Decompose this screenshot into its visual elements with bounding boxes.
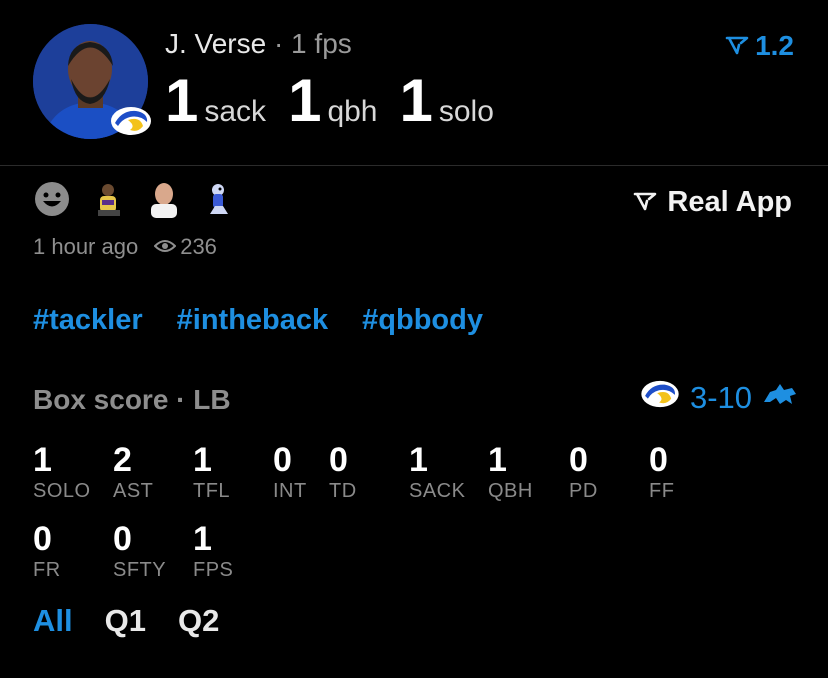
eye-icon bbox=[153, 234, 177, 260]
stat-value: 1 bbox=[488, 441, 507, 479]
real-app-label: Real App bbox=[667, 186, 792, 218]
stat-sack: 1 SACK bbox=[409, 442, 465, 503]
stat-fr: 0 FR bbox=[33, 521, 61, 582]
stat-sfty: 0 SFTY bbox=[113, 521, 166, 582]
player-name[interactable]: J. Verse bbox=[165, 28, 266, 59]
hashtag-list: #tackler #intheback #qbbody bbox=[33, 304, 483, 337]
stat-qbh: 1 QBH bbox=[488, 442, 533, 503]
stat-value: 0 bbox=[113, 520, 132, 558]
summary-sack-label: sack bbox=[204, 95, 267, 128]
stat-td: 0 TD bbox=[329, 442, 357, 503]
stat-label: FR bbox=[33, 559, 61, 581]
hashtag-intheback[interactable]: #intheback bbox=[177, 304, 329, 337]
player-reaction-icon[interactable] bbox=[89, 180, 127, 218]
rating-badge[interactable]: 1.2 bbox=[725, 30, 794, 62]
hashtag-qbbody[interactable]: #qbbody bbox=[362, 304, 483, 337]
rams-logo-icon bbox=[640, 380, 680, 416]
cartoon-bird-reaction-icon[interactable] bbox=[201, 180, 239, 218]
stat-value: 1 bbox=[409, 441, 428, 479]
post-meta: 1 hour ago 236 bbox=[33, 234, 217, 260]
lions-logo-icon bbox=[762, 380, 798, 416]
stat-label: SOLO bbox=[33, 480, 91, 502]
stat-label: INT bbox=[273, 480, 307, 502]
stat-label: TFL bbox=[193, 480, 231, 502]
stat-ast: 2 AST bbox=[113, 442, 153, 503]
real-app-v-icon bbox=[725, 30, 749, 62]
rating-value: 1.2 bbox=[755, 30, 794, 61]
stat-label: SACK bbox=[409, 480, 466, 502]
summary-solo-label: solo bbox=[438, 95, 494, 128]
score-value: 3-10 bbox=[689, 380, 752, 415]
stat-value: 2 bbox=[113, 441, 132, 479]
rams-logo-icon bbox=[110, 106, 152, 136]
stat-label: PD bbox=[569, 480, 598, 502]
stat-ff: 0 FF bbox=[649, 442, 674, 503]
stat-value: 0 bbox=[649, 441, 668, 479]
stat-int: 0 INT bbox=[273, 442, 307, 503]
quarter-tabs: All Q1 Q2 bbox=[33, 603, 219, 639]
post-time: 1 hour ago bbox=[33, 234, 139, 259]
stat-value: 0 bbox=[329, 441, 348, 479]
bald-man-reaction-icon[interactable] bbox=[145, 180, 183, 218]
summary-solo-value: 1 bbox=[399, 67, 433, 134]
stat-pd: 0 PD bbox=[569, 442, 598, 503]
player-subtitle: · 1 fps bbox=[273, 28, 352, 59]
stat-label: TD bbox=[329, 480, 357, 502]
stat-label: SFTY bbox=[113, 559, 167, 581]
real-app-link[interactable]: Real App bbox=[633, 186, 792, 219]
tab-all[interactable]: All bbox=[33, 603, 73, 639]
stat-value: 0 bbox=[569, 441, 588, 479]
stat-tfl: 1 TFL bbox=[193, 442, 230, 503]
smiley-face-icon[interactable] bbox=[33, 180, 71, 218]
stat-solo: 1 SOLO bbox=[33, 442, 91, 503]
player-stat-summary: 1 sack 1 qbh 1 solo bbox=[165, 66, 516, 135]
stat-label: FPS bbox=[193, 559, 234, 581]
box-score-header: Box score · LB bbox=[33, 384, 231, 415]
summary-qbh-label: qbh bbox=[327, 95, 378, 128]
real-app-v-icon bbox=[633, 186, 657, 219]
game-score[interactable]: 3-10 bbox=[640, 380, 798, 416]
stat-value: 1 bbox=[193, 441, 212, 479]
player-name-line[interactable]: J. Verse · 1 fps bbox=[165, 28, 352, 60]
summary-sack-value: 1 bbox=[165, 67, 199, 134]
stat-value: 1 bbox=[33, 441, 52, 479]
stat-label: FF bbox=[649, 480, 675, 502]
stat-fps: 1 FPS bbox=[193, 521, 233, 582]
view-count-value: 236 bbox=[180, 234, 217, 259]
stat-label: AST bbox=[113, 480, 154, 502]
summary-qbh-value: 1 bbox=[288, 67, 322, 134]
header-divider bbox=[0, 165, 828, 166]
reactions-row[interactable] bbox=[33, 180, 239, 218]
stat-value: 0 bbox=[33, 520, 52, 558]
tab-q1[interactable]: Q1 bbox=[105, 603, 146, 639]
tab-q2[interactable]: Q2 bbox=[178, 603, 219, 639]
stat-value: 0 bbox=[273, 441, 292, 479]
view-count: 236 bbox=[153, 234, 217, 260]
stat-label: QBH bbox=[488, 480, 533, 502]
stat-value: 1 bbox=[193, 520, 212, 558]
hashtag-tackler[interactable]: #tackler bbox=[33, 304, 143, 337]
